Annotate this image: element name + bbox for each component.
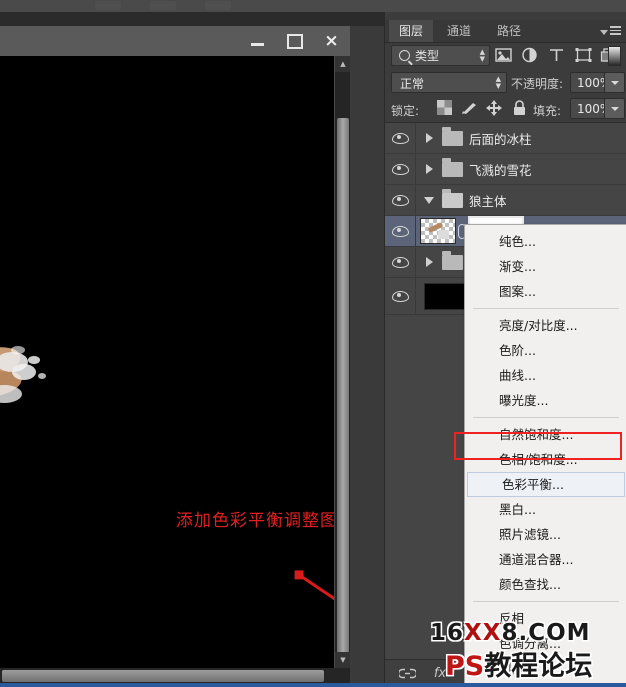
window-controls: × [239, 26, 350, 56]
chevron-right-icon[interactable] [422, 164, 436, 174]
layer-name: 狼主体 [469, 193, 507, 209]
lock-label: 锁定: [391, 104, 420, 118]
menu-item[interactable]: 颜色查找... [465, 572, 626, 597]
blend-mode-select[interactable]: 正常 ▲ ▼ [391, 72, 507, 93]
image-canvas[interactable]: 添加色彩平衡调整图层 [0, 56, 334, 668]
filter-toggle-switch[interactable] [608, 46, 621, 66]
filter-kind-label: 类型 [415, 49, 440, 63]
annotation-text: 添加色彩平衡调整图层 [176, 511, 334, 531]
menu-separator [473, 601, 619, 602]
panel-menu-icon[interactable] [600, 24, 621, 40]
layer-name: 后面的冰柱 [469, 131, 532, 147]
highlight-box-color-balance [454, 432, 622, 460]
menu-item[interactable]: 图案... [465, 279, 626, 304]
menu-item[interactable]: 亮度/对比度... [465, 313, 626, 338]
canvas-vertical-scrollbar[interactable]: ▲ ▼ [334, 56, 351, 668]
layer-filter-row: 类型 ▲ ▼ [385, 42, 626, 68]
pixel-filter-icon[interactable] [495, 47, 512, 63]
menu-item[interactable]: 黑白... [465, 497, 626, 522]
menu-item[interactable]: 纯色... [465, 229, 626, 254]
menu-item-color-balance[interactable]: 色彩平衡... [467, 472, 625, 497]
lock-transparent-icon[interactable] [437, 100, 452, 119]
scroll-up-arrow[interactable]: ▲ [335, 56, 351, 72]
tab-channels[interactable]: 通道 [437, 20, 481, 42]
bottom-accent-bar [0, 683, 626, 687]
tab-paths[interactable]: 路径 [487, 20, 531, 42]
canvas-horizontal-scrollbar[interactable] [0, 668, 350, 684]
visibility-toggle-icon[interactable] [385, 216, 416, 246]
document-window: × 添加色彩平衡调整图层 ▲ [0, 12, 384, 687]
chevron-down-icon[interactable] [422, 196, 436, 204]
document-titlebar: × [0, 26, 350, 56]
close-button[interactable]: × [314, 29, 349, 53]
opacity-label: 不透明度: [511, 77, 564, 91]
watermark: 16XX8.COM PS教程论坛 [421, 620, 626, 682]
menu-separator [473, 308, 619, 309]
panel-tabbar: 图层 通道 路径 [385, 20, 626, 43]
lock-all-icon[interactable] [513, 100, 526, 120]
chevron-updown-icon: ▲ ▼ [479, 47, 485, 63]
menu-separator [473, 417, 619, 418]
blend-mode-row: 正常 ▲ ▼ 不透明度: 100% [385, 70, 626, 94]
workspace-gap [350, 26, 384, 687]
maximize-button[interactable] [277, 29, 312, 53]
tab-layers[interactable]: 图层 [389, 20, 434, 42]
scroll-down-arrow[interactable]: ▼ [335, 652, 351, 668]
adjustment-filter-icon[interactable] [521, 47, 538, 63]
menu-item[interactable]: 色阶... [465, 338, 626, 363]
visibility-toggle-icon[interactable] [385, 123, 416, 153]
opacity-dropdown-button[interactable] [604, 72, 625, 93]
visibility-toggle-icon[interactable] [385, 154, 416, 184]
link-layers-icon[interactable] [398, 665, 416, 683]
folder-icon [442, 126, 463, 146]
text-filter-icon[interactable] [548, 47, 565, 63]
shape-filter-icon[interactable] [575, 47, 592, 63]
fill-dropdown-button[interactable] [604, 98, 625, 119]
blend-mode-value: 正常 [400, 77, 425, 91]
lock-position-icon[interactable] [486, 100, 502, 120]
chevron-right-icon[interactable] [422, 257, 436, 267]
fill-label: 填充: [533, 104, 562, 118]
annotation-arrow [296, 572, 334, 665]
top-toolbar-strip [0, 0, 626, 12]
chevron-right-icon[interactable] [422, 133, 436, 143]
table-row[interactable]: 狼主体 [385, 185, 626, 216]
menu-item[interactable]: 照片滤镜... [465, 522, 626, 547]
visibility-toggle-icon[interactable] [385, 185, 416, 215]
horizontal-scroll-thumb[interactable] [2, 670, 324, 682]
layer-name: 飞溅的雪花 [469, 162, 532, 178]
screenshot-root: × 添加色彩平衡调整图层 ▲ [0, 0, 626, 687]
search-icon [399, 50, 410, 61]
watermark-line2: PS教程论坛 [445, 651, 593, 682]
menu-item[interactable]: 渐变... [465, 254, 626, 279]
folder-icon [442, 157, 463, 177]
lock-row: 锁定: 填充: 100% [385, 96, 626, 120]
chevron-updown-icon: ▲ ▼ [495, 75, 501, 90]
menu-item[interactable]: 曝光度... [465, 388, 626, 413]
folder-icon [442, 250, 463, 270]
lock-image-icon[interactable] [461, 100, 478, 119]
vertical-scroll-thumb[interactable] [337, 118, 349, 658]
visibility-toggle-icon[interactable] [385, 247, 416, 277]
menu-item[interactable]: 通道混合器... [465, 547, 626, 572]
filter-kind-select[interactable]: 类型 ▲ ▼ [391, 45, 490, 66]
layer-thumbnail[interactable] [420, 218, 456, 244]
table-row[interactable]: 后面的冰柱 [385, 123, 626, 154]
folder-open-icon [442, 188, 463, 208]
artwork-wolf-ice [0, 346, 46, 403]
visibility-toggle-icon[interactable] [385, 278, 416, 314]
menu-item[interactable]: 曲线... [465, 363, 626, 388]
watermark-line1: 16XX8.COM [430, 620, 591, 646]
table-row[interactable]: 飞溅的雪花 [385, 154, 626, 185]
minimize-button[interactable] [240, 29, 275, 53]
